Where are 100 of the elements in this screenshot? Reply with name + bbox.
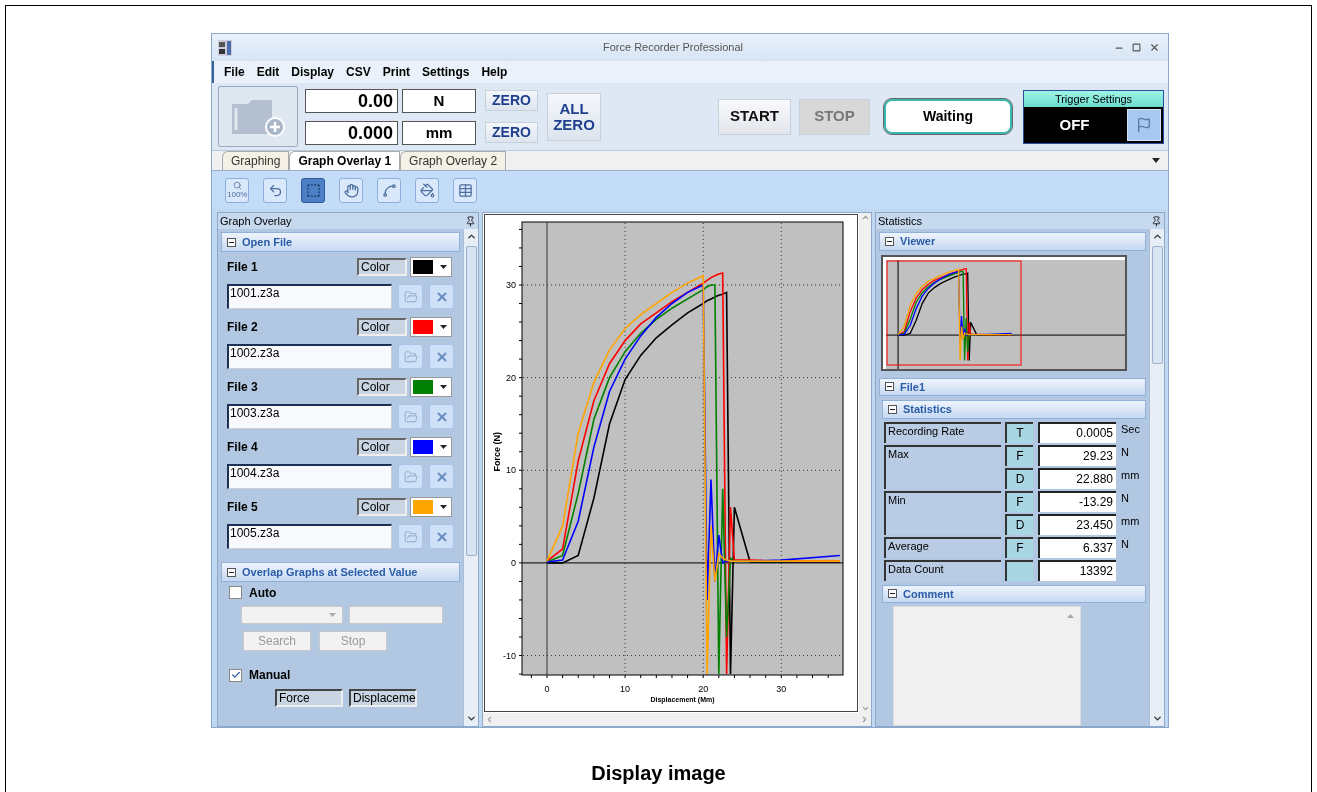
section-header[interactable]: Statistics	[882, 400, 1146, 419]
pin-icon[interactable]	[465, 215, 476, 227]
scrollbar[interactable]	[1149, 229, 1164, 726]
remove-file-button[interactable]	[429, 284, 454, 309]
remove-file-button[interactable]	[429, 464, 454, 489]
open-file-button[interactable]	[398, 524, 423, 549]
tool-button[interactable]	[377, 177, 402, 203]
filename-field[interactable]: 1003.z3a	[227, 404, 392, 429]
dropdown-arrow-icon	[329, 612, 336, 617]
stat-unit: mm	[1121, 513, 1140, 528]
tick-label: 20	[698, 684, 709, 694]
tick-label: 10	[506, 465, 516, 476]
stat-value: 29.23	[1038, 444, 1116, 466]
hand-icon	[343, 182, 359, 198]
menu-item[interactable]: Display	[287, 63, 339, 81]
scrollbar-thumb[interactable]	[1151, 246, 1163, 364]
start-button[interactable]: START	[718, 98, 791, 135]
open-folder-button[interactable]	[218, 86, 298, 147]
stat-value: 13392	[1038, 559, 1116, 581]
trigger-title: Trigger Settings	[1024, 90, 1163, 107]
close-icon[interactable]	[1149, 42, 1160, 53]
section-header[interactable]: Comment	[882, 584, 1146, 603]
tool-button[interactable]	[263, 177, 288, 203]
filename-field[interactable]: 1004.z3a	[227, 464, 392, 489]
filename-field[interactable]: 1002.z3a	[227, 344, 392, 369]
section-header[interactable]: File1	[879, 377, 1146, 396]
comment-field[interactable]	[893, 606, 1081, 726]
zero-button[interactable]: ZERO	[485, 122, 538, 143]
tab[interactable]: Graphing	[222, 151, 290, 170]
readout-field: 0.000	[305, 120, 398, 145]
search-icon	[232, 181, 242, 190]
folder-icon	[403, 529, 418, 544]
scrollbar[interactable]	[463, 229, 478, 726]
menu-item[interactable]: CSV	[342, 63, 375, 81]
trigger-value: OFF	[1058, 114, 1091, 135]
menu-item[interactable]: Print	[378, 63, 415, 81]
tick-label: 0	[511, 557, 516, 568]
checkbox[interactable]	[229, 668, 242, 682]
color-picker[interactable]	[410, 436, 452, 457]
tool-button[interactable]	[339, 177, 364, 203]
file-label: File 2	[227, 318, 259, 336]
tab[interactable]: Graph Overlay 2	[400, 151, 507, 170]
checkbox-label: Auto	[249, 584, 277, 602]
tool-button[interactable]	[453, 177, 478, 203]
collapse-icon	[885, 236, 894, 246]
status-display: Waiting	[884, 99, 1012, 134]
stat-unit: N	[1121, 536, 1129, 551]
filename-field[interactable]: 1005.z3a	[227, 524, 392, 549]
remove-file-button[interactable]	[429, 404, 454, 429]
tick-label: 10	[620, 684, 631, 694]
remove-file-button[interactable]	[429, 344, 454, 369]
channel-cell: F	[1005, 444, 1033, 466]
filename-field[interactable]: 1001.z3a	[227, 284, 392, 309]
menu-item[interactable]: Settings	[418, 63, 474, 81]
color-picker[interactable]	[410, 256, 452, 277]
scrollbar[interactable]	[483, 713, 871, 726]
dropdown-arrow-icon	[440, 384, 447, 389]
panel-title: Graph Overlay	[220, 213, 292, 229]
window-title: Force Recorder Professional	[602, 40, 744, 56]
close-icon	[434, 289, 449, 304]
stat-unit: N	[1121, 444, 1129, 459]
section-header[interactable]: Viewer	[879, 232, 1146, 251]
open-file-button[interactable]	[398, 464, 423, 489]
maximize-icon[interactable]	[1132, 43, 1141, 52]
color-picker[interactable]	[410, 376, 452, 397]
curve-icon	[381, 182, 397, 198]
menu-item[interactable]: File	[220, 63, 249, 81]
all-zero-button[interactable]: ALL ZERO	[547, 92, 601, 141]
section-header[interactable]: Open File	[221, 232, 460, 252]
value-dropdown[interactable]	[241, 605, 343, 624]
unit-field: N	[402, 88, 476, 113]
panel-title: Statistics	[878, 213, 922, 229]
stat-value: 23.450	[1038, 513, 1116, 535]
checkbox[interactable]	[229, 586, 242, 599]
folder-icon	[403, 409, 418, 424]
close-icon	[434, 409, 449, 424]
readout-field: 0.00	[305, 88, 398, 113]
tool-button[interactable]: 100%	[225, 177, 250, 203]
menu-item[interactable]: Help	[477, 63, 512, 81]
dropdown-arrow-icon[interactable]	[1152, 158, 1160, 163]
open-file-button[interactable]	[398, 404, 423, 429]
overview-graph-drawing[interactable]	[881, 254, 1127, 371]
pin-icon[interactable]	[1151, 215, 1162, 227]
tool-button[interactable]	[415, 177, 440, 203]
value-field[interactable]	[349, 605, 443, 624]
channel-cell: F	[1005, 490, 1033, 512]
section-header[interactable]: Overlap Graphs at Selected Value	[221, 562, 460, 582]
open-file-button[interactable]	[398, 344, 423, 369]
zero-button[interactable]: ZERO	[485, 90, 538, 111]
open-file-button[interactable]	[398, 284, 423, 309]
remove-file-button[interactable]	[429, 524, 454, 549]
menu-item[interactable]: Edit	[252, 63, 284, 81]
color-picker[interactable]	[410, 316, 452, 337]
dropdown-arrow-icon	[440, 324, 447, 329]
scrollbar-thumb[interactable]	[465, 246, 477, 556]
tool-button[interactable]	[301, 177, 326, 203]
color-picker[interactable]	[410, 496, 452, 517]
tab[interactable]: Graph Overlay 1	[289, 151, 401, 170]
trigger-settings-button[interactable]	[1127, 108, 1161, 141]
stat-label: Max	[884, 444, 1001, 489]
